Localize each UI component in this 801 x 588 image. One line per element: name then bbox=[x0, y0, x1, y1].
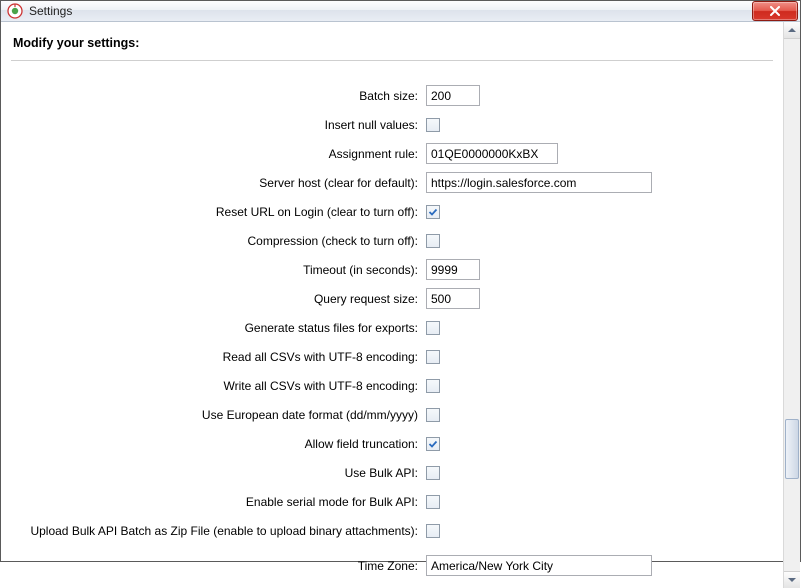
label-write-utf8: Write all CSVs with UTF-8 encoding: bbox=[11, 379, 426, 393]
label-batch-size: Batch size: bbox=[11, 89, 426, 103]
label-status-files: Generate status files for exports: bbox=[11, 321, 426, 335]
label-server-host: Server host (clear for default): bbox=[11, 176, 426, 190]
row-euro-date: Use European date format (dd/mm/yyyy) bbox=[11, 400, 773, 429]
checkbox-bulk-zip[interactable] bbox=[426, 524, 440, 538]
label-read-utf8: Read all CSVs with UTF-8 encoding: bbox=[11, 350, 426, 364]
scroll-track[interactable] bbox=[784, 39, 800, 571]
row-truncation: Allow field truncation: bbox=[11, 429, 773, 458]
checkbox-status-files[interactable] bbox=[426, 321, 440, 335]
label-truncation: Allow field truncation: bbox=[11, 437, 426, 451]
row-status-files: Generate status files for exports: bbox=[11, 313, 773, 342]
settings-window: Settings Modify your settings: Batch siz… bbox=[0, 0, 801, 562]
checkbox-serial-bulk[interactable] bbox=[426, 495, 440, 509]
label-compression: Compression (check to turn off): bbox=[11, 234, 426, 248]
label-insert-null: Insert null values: bbox=[11, 118, 426, 132]
input-query-size[interactable] bbox=[426, 288, 480, 309]
chevron-down-icon bbox=[788, 577, 796, 583]
checkbox-euro-date[interactable] bbox=[426, 408, 440, 422]
section-heading: Modify your settings: bbox=[11, 30, 773, 61]
input-time-zone[interactable] bbox=[426, 555, 652, 576]
row-server-host: Server host (clear for default): bbox=[11, 168, 773, 197]
input-batch-size[interactable] bbox=[426, 85, 480, 106]
row-bulk-api: Use Bulk API: bbox=[11, 458, 773, 487]
close-button[interactable] bbox=[752, 1, 798, 21]
row-compression: Compression (check to turn off): bbox=[11, 226, 773, 255]
window-title: Settings bbox=[29, 4, 752, 18]
client-area: Modify your settings: Batch size: Insert… bbox=[1, 22, 800, 588]
scroll-down-button[interactable] bbox=[784, 571, 800, 588]
checkbox-truncation[interactable] bbox=[426, 437, 440, 451]
row-insert-null: Insert null values: bbox=[11, 110, 773, 139]
label-bulk-api: Use Bulk API: bbox=[11, 466, 426, 480]
row-time-zone: Time Zone: bbox=[11, 551, 773, 580]
scroll-up-button[interactable] bbox=[784, 22, 800, 39]
app-icon bbox=[7, 3, 23, 19]
label-query-size: Query request size: bbox=[11, 292, 426, 306]
content: Modify your settings: Batch size: Insert… bbox=[1, 22, 783, 588]
label-timeout: Timeout (in seconds): bbox=[11, 263, 426, 277]
row-bulk-zip: Upload Bulk API Batch as Zip File (enabl… bbox=[11, 516, 773, 545]
row-write-utf8: Write all CSVs with UTF-8 encoding: bbox=[11, 371, 773, 400]
row-timeout: Timeout (in seconds): bbox=[11, 255, 773, 284]
label-assignment-rule: Assignment rule: bbox=[11, 147, 426, 161]
scroll-thumb[interactable] bbox=[785, 419, 799, 479]
vertical-scrollbar[interactable] bbox=[783, 22, 800, 588]
checkbox-write-utf8[interactable] bbox=[426, 379, 440, 393]
input-timeout[interactable] bbox=[426, 259, 480, 280]
row-read-utf8: Read all CSVs with UTF-8 encoding: bbox=[11, 342, 773, 371]
input-server-host[interactable] bbox=[426, 172, 652, 193]
row-batch-size: Batch size: bbox=[11, 81, 773, 110]
row-query-size: Query request size: bbox=[11, 284, 773, 313]
close-icon bbox=[769, 6, 781, 16]
checkbox-bulk-api[interactable] bbox=[426, 466, 440, 480]
label-reset-url: Reset URL on Login (clear to turn off): bbox=[11, 205, 426, 219]
label-time-zone: Time Zone: bbox=[11, 559, 426, 573]
label-serial-bulk: Enable serial mode for Bulk API: bbox=[11, 495, 426, 509]
checkbox-compression[interactable] bbox=[426, 234, 440, 248]
checkbox-reset-url[interactable] bbox=[426, 205, 440, 219]
checkbox-insert-null[interactable] bbox=[426, 118, 440, 132]
row-serial-bulk: Enable serial mode for Bulk API: bbox=[11, 487, 773, 516]
settings-form: Batch size: Insert null values: Assignme… bbox=[11, 63, 773, 580]
titlebar: Settings bbox=[1, 1, 800, 22]
label-bulk-zip: Upload Bulk API Batch as Zip File (enabl… bbox=[11, 524, 426, 538]
chevron-up-icon bbox=[788, 27, 796, 33]
checkbox-read-utf8[interactable] bbox=[426, 350, 440, 364]
label-euro-date: Use European date format (dd/mm/yyyy) bbox=[11, 408, 426, 422]
input-assignment-rule[interactable] bbox=[426, 143, 558, 164]
row-assignment-rule: Assignment rule: bbox=[11, 139, 773, 168]
row-reset-url: Reset URL on Login (clear to turn off): bbox=[11, 197, 773, 226]
